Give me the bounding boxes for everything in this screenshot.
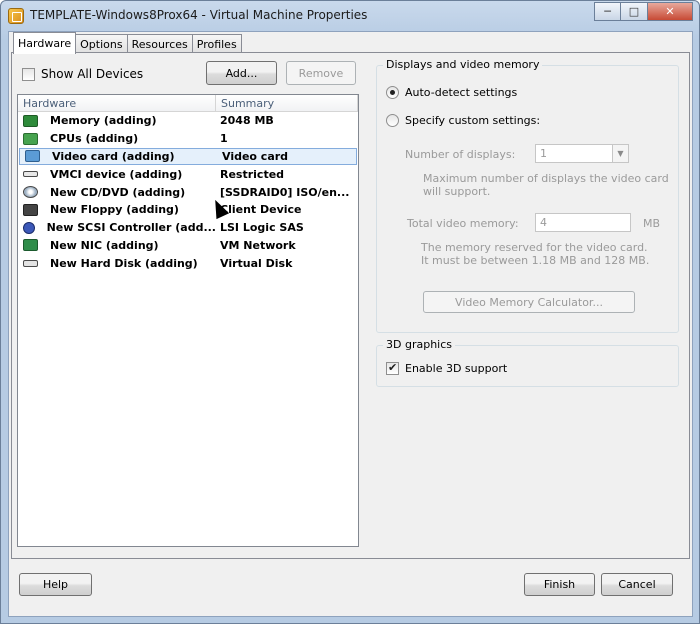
memory-icon	[23, 114, 38, 127]
auto-detect-option[interactable]: Auto-detect settings	[386, 86, 517, 99]
tab-options[interactable]: Options	[75, 34, 128, 53]
help-button[interactable]: Help	[19, 573, 92, 596]
row-summary: [SSDRAID0] ISO/en...	[220, 185, 350, 199]
num-displays-note-line-2: will support.	[423, 185, 491, 198]
row-hardware-name: CPUs (adding)	[50, 132, 139, 146]
enable-3d-checkbox[interactable]	[386, 361, 399, 375]
num-displays-note-line-1: Maximum number of displays the video car…	[423, 172, 669, 185]
finish-button[interactable]: Finish	[524, 573, 595, 596]
tab-bar: Hardware Options Resources Profiles	[13, 32, 242, 54]
total-video-memory-input[interactable]: 4	[535, 213, 631, 232]
custom-settings-label: Specify custom settings:	[405, 114, 541, 127]
row-summary: 2048 MB	[220, 114, 274, 128]
row-summary: VM Network	[220, 238, 296, 252]
row-hardware-name: Video card (adding)	[52, 149, 175, 163]
window-title: TEMPLATE-Windows8Prox64 - Virtual Machin…	[30, 8, 368, 22]
column-header-summary[interactable]: Summary	[216, 95, 358, 111]
chevron-down-icon[interactable]: ▼	[612, 145, 628, 162]
num-displays-value: 1	[540, 147, 547, 160]
total-video-memory-label: Total video memory:	[407, 217, 519, 230]
vm-properties-window: TEMPLATE-Windows8Prox64 - Virtual Machin…	[0, 0, 700, 624]
column-header-hardware[interactable]: Hardware	[18, 95, 216, 111]
enable-3d-option[interactable]: Enable 3D support	[386, 361, 508, 375]
nic-icon	[23, 239, 38, 252]
vm-app-icon	[8, 8, 24, 24]
title-bar[interactable]: TEMPLATE-Windows8Prox64 - Virtual Machin…	[1, 1, 699, 31]
row-summary: LSI Logic SAS	[220, 221, 304, 235]
tab-resources[interactable]: Resources	[126, 34, 193, 53]
cd-dvd-icon	[23, 186, 38, 199]
enable-3d-label: Enable 3D support	[405, 362, 508, 375]
row-summary: Restricted	[220, 167, 285, 181]
remove-button[interactable]: Remove	[286, 61, 356, 85]
minimize-icon[interactable]: ─	[594, 2, 621, 21]
table-row[interactable]: VMCI device (adding) Restricted	[18, 165, 358, 183]
table-row[interactable]: New CD/DVD (adding) [SSDRAID0] ISO/en...	[18, 183, 358, 201]
row-hardware-name: New NIC (adding)	[50, 238, 159, 252]
num-displays-label: Number of displays:	[405, 148, 516, 161]
auto-detect-radio[interactable]	[386, 86, 399, 99]
row-summary: Video card	[222, 149, 289, 163]
table-row[interactable]: New SCSI Controller (add... LSI Logic SA…	[18, 219, 358, 237]
hardware-list: Hardware Summary Memory (adding) 2048 MB…	[17, 94, 359, 547]
row-summary: 1	[220, 132, 228, 146]
vmci-device-icon	[23, 171, 38, 178]
tab-profiles[interactable]: Profiles	[191, 34, 242, 53]
row-hardware-name: New CD/DVD (adding)	[50, 185, 186, 199]
3d-graphics-title: 3D graphics	[383, 338, 455, 351]
video-memory-calculator-button[interactable]: Video Memory Calculator...	[423, 291, 635, 313]
row-hardware-name: New Hard Disk (adding)	[50, 256, 198, 270]
row-hardware-name: New Floppy (adding)	[50, 203, 179, 217]
dialog-client-area: Hardware Options Resources Profiles Show…	[8, 31, 693, 617]
tab-hardware[interactable]: Hardware	[13, 32, 77, 54]
num-displays-note: Maximum number of displays the video car…	[423, 172, 669, 198]
table-row[interactable]: New NIC (adding) VM Network	[18, 237, 358, 255]
custom-settings-radio[interactable]	[386, 114, 399, 127]
show-all-devices-checkbox[interactable]	[22, 67, 35, 81]
table-row[interactable]: New Floppy (adding) Client Device	[18, 201, 358, 219]
floppy-icon	[23, 203, 38, 216]
hardware-list-header: Hardware Summary	[18, 95, 358, 112]
cpu-icon	[23, 132, 38, 145]
cancel-button[interactable]: Cancel	[601, 573, 673, 596]
hardware-tab-panel: Show All Devices Add... Remove Hardware …	[11, 52, 690, 559]
show-all-devices-label: Show All Devices	[41, 67, 144, 81]
num-displays-select[interactable]: 1 ▼	[535, 144, 629, 163]
scsi-controller-icon	[23, 221, 35, 234]
row-summary: Client Device	[220, 203, 302, 217]
3d-graphics-group: 3D graphics Enable 3D support	[376, 338, 679, 387]
memory-note-line-1: The memory reserved for the video card.	[421, 241, 648, 254]
add-button[interactable]: Add...	[206, 61, 277, 85]
memory-note-line-2: It must be between 1.18 MB and 128 MB.	[421, 254, 650, 267]
maximize-icon[interactable]: □	[621, 2, 648, 21]
table-row[interactable]: CPUs (adding) 1	[18, 130, 358, 148]
row-hardware-name: VMCI device (adding)	[50, 167, 183, 181]
row-hardware-name: Memory (adding)	[50, 114, 157, 128]
total-video-memory-unit: MB	[643, 217, 661, 230]
video-card-icon	[25, 150, 40, 163]
displays-video-memory-title: Displays and video memory	[383, 58, 543, 71]
close-icon[interactable]: ✕	[648, 2, 693, 21]
hard-disk-icon	[23, 259, 38, 267]
show-all-devices[interactable]: Show All Devices	[22, 67, 143, 81]
row-summary: Virtual Disk	[220, 256, 293, 270]
table-row[interactable]: New Hard Disk (adding) Virtual Disk	[18, 254, 358, 272]
table-row[interactable]: Memory (adding) 2048 MB	[18, 112, 358, 130]
caption-buttons: ─ □ ✕	[594, 2, 693, 21]
auto-detect-label: Auto-detect settings	[405, 86, 518, 99]
row-hardware-name: New SCSI Controller (add...	[46, 221, 216, 235]
table-row-selected[interactable]: Video card (adding) Video card	[19, 147, 357, 166]
custom-settings-option[interactable]: Specify custom settings:	[386, 114, 540, 127]
displays-video-memory-group: Displays and video memory Auto-detect se…	[376, 58, 679, 333]
memory-note: The memory reserved for the video card. …	[421, 241, 649, 267]
